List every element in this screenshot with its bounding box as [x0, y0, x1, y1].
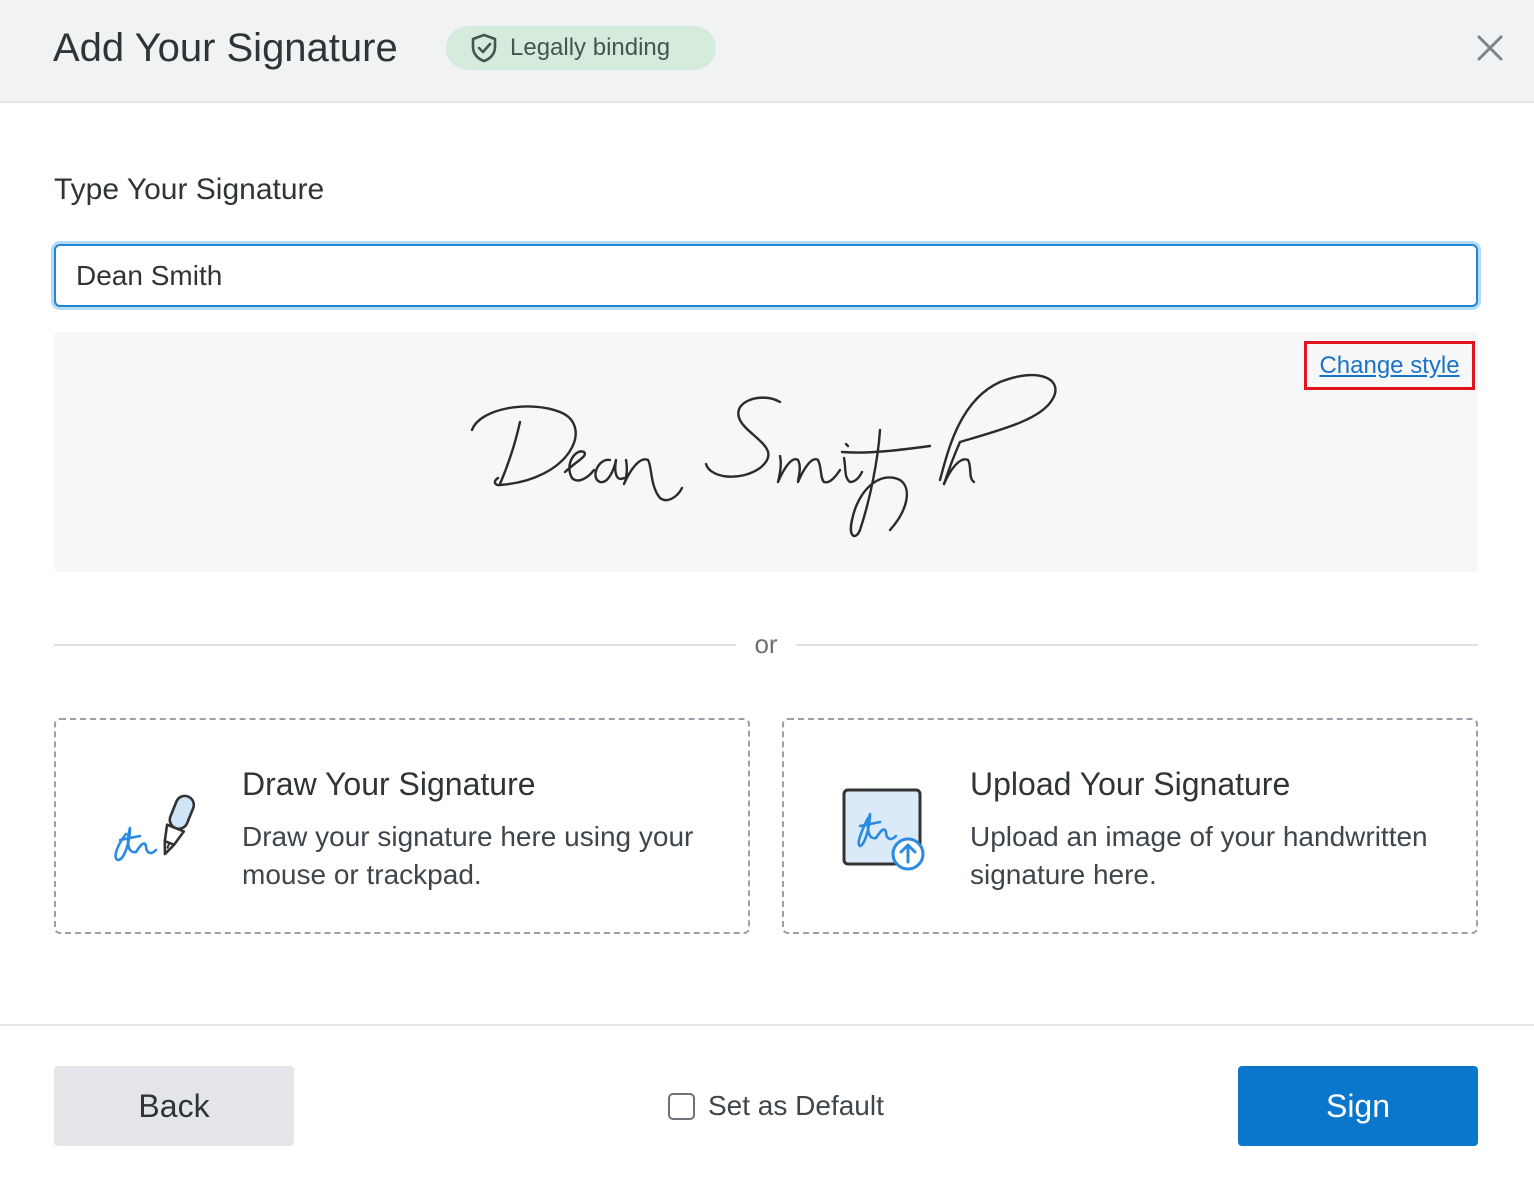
upload-signature-option[interactable]: Upload Your Signature Upload an image of… — [782, 718, 1478, 934]
sign-button[interactable]: Sign — [1238, 1066, 1478, 1146]
draw-signature-option[interactable]: Draw Your Signature Draw your signature … — [54, 718, 750, 934]
pen-signature-icon — [106, 784, 202, 874]
signature-text-input[interactable] — [54, 244, 1478, 307]
close-button[interactable] — [1468, 26, 1512, 70]
change-style-link[interactable]: Change style — [1304, 341, 1475, 390]
shield-check-icon — [470, 33, 500, 63]
close-icon — [1477, 35, 1503, 61]
dialog-header: Add Your Signature Legally binding — [0, 0, 1534, 103]
badge-label: Legally binding — [510, 34, 671, 61]
divider-line-right — [796, 644, 1478, 646]
upload-signature-title: Upload Your Signature — [970, 766, 1291, 802]
draw-signature-title: Draw Your Signature — [242, 766, 536, 802]
back-button[interactable]: Back — [54, 1066, 294, 1146]
set-as-default-label: Set as Default — [708, 1090, 884, 1121]
divider-or: or — [754, 629, 778, 659]
type-signature-heading: Type Your Signature — [54, 173, 325, 206]
divider-line-left — [54, 644, 736, 646]
legally-binding-badge: Legally binding — [446, 26, 716, 70]
upload-signature-icon — [834, 784, 930, 874]
signature-preview-image — [470, 373, 1057, 538]
set-as-default-option[interactable]: Set as Default — [668, 1086, 884, 1126]
upload-signature-description: Upload an image of your handwritten sign… — [970, 821, 1428, 890]
dialog-title: Add Your Signature — [53, 26, 398, 70]
footer-divider — [0, 1024, 1534, 1026]
draw-signature-description: Draw your signature here using your mous… — [242, 821, 694, 890]
set-as-default-checkbox[interactable] — [668, 1092, 695, 1120]
